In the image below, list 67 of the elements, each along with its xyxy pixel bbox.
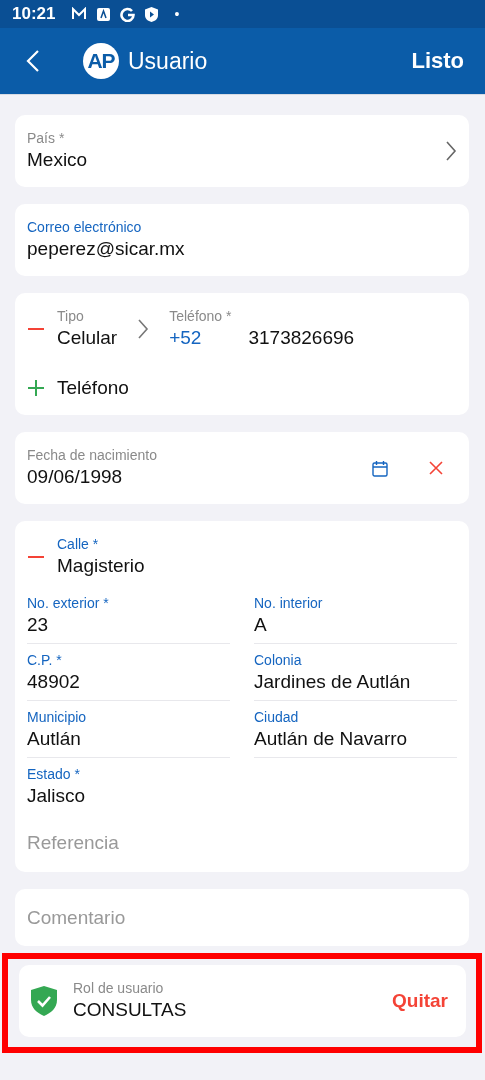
comment-field[interactable]: Comentario [15,889,469,946]
notification-dot: • [174,6,180,22]
address-field[interactable]: Estado * Jalisco [27,758,230,814]
field-label: Fecha de nacimiento [27,446,158,464]
back-icon [26,49,40,73]
country-code: +52 [169,326,202,350]
app-icon [97,7,111,21]
address-field[interactable]: Colonia Jardines de Autlán [254,644,457,701]
field-value: 23 [27,613,50,637]
field-value: Autlán [27,727,82,751]
mail-icon [71,7,88,21]
address-field[interactable]: C.P. * 48902 [27,644,230,701]
address-field[interactable]: Ciudad Autlán de Navarro [254,701,457,758]
g-icon [120,6,136,22]
field-value: 48902 [27,670,81,694]
field-value: 09/06/1998 [27,465,124,489]
field-value: Autlán de Navarro [254,727,409,751]
field-label: Correo electrónico [27,218,143,236]
field-label: País * [27,129,66,147]
field-value: Magisterio [57,554,146,578]
field-label: Municipio [27,708,88,726]
status-time: 10:21 [12,4,56,24]
role-value: CONSULTAS [73,998,188,1022]
birthdate-field[interactable]: Fecha de nacimiento 09/06/1998 [27,446,371,490]
type-selector[interactable]: Tipo Celular [57,307,118,351]
phone-number: 3173826696 [248,326,355,350]
shield-play-icon [145,6,159,22]
address-field[interactable]: No. exterior * 23 [27,587,230,644]
field-label: Teléfono * [169,307,233,325]
minus-icon [27,328,45,330]
add-phone-button[interactable]: Teléfono [27,377,129,399]
field-label: Ciudad [254,708,300,726]
field-value: Celular [57,326,118,350]
close-icon [429,461,443,475]
field-value: peperez@sicar.mx [27,237,186,261]
screen-title: Usuario [128,47,209,75]
field-label: No. interior [254,594,324,612]
email-field[interactable]: Correo electrónico peperez@sicar.mx [27,218,457,262]
minus-icon [27,556,45,558]
address-field[interactable]: Municipio Autlán [27,701,230,758]
field-label: No. exterior * [27,594,110,612]
field-value: Mexico [27,148,89,172]
plus-icon [27,379,45,397]
country-field[interactable]: País * Mexico [27,129,445,173]
calendar-icon [372,459,388,477]
field-label: Tipo [57,307,85,325]
address-field[interactable]: No. interior A [254,587,457,644]
field-label: C.P. * [27,651,63,669]
field-label: Estado * [27,765,81,783]
chevron-right-icon [445,140,457,162]
shield-check-icon [31,986,57,1016]
field-value: A [254,613,268,637]
field-label: Colonia [254,651,303,669]
field-label: Rol de usuario [73,979,165,997]
avatar: AP [83,43,119,79]
clear-button[interactable] [427,461,445,475]
back-button[interactable] [26,49,40,73]
street-field[interactable]: Calle * Magisterio [57,535,457,579]
field-label: Calle * [57,535,100,553]
field-value: Jardines de Autlán [254,670,412,694]
done-button[interactable]: Listo [411,48,464,74]
field-value: Jalisco [27,784,87,808]
reference-field[interactable]: Referencia [27,814,457,858]
calendar-button[interactable] [371,459,389,477]
phone-field[interactable]: Teléfono * +52 3173826696 [169,307,355,351]
chevron-right-icon [137,318,150,340]
remove-role-button[interactable]: Quitar [392,990,448,1012]
